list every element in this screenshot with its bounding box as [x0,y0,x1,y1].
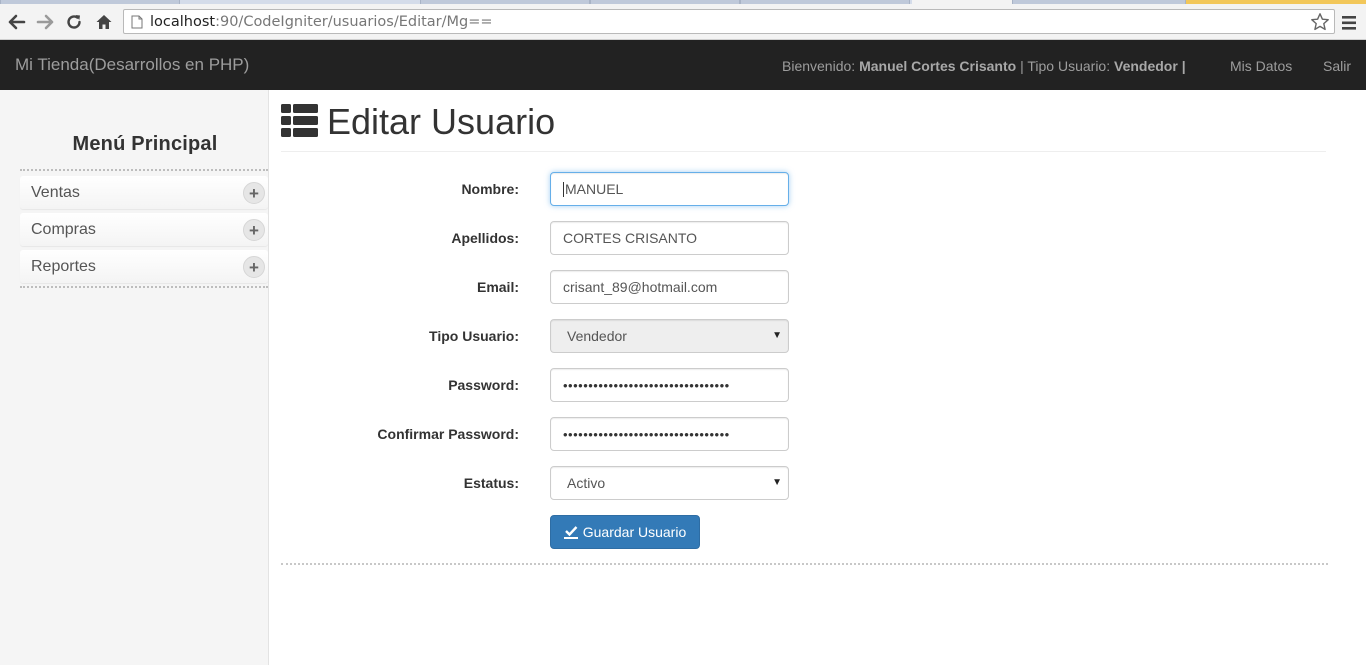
page-title: Editar Usuario [327,101,556,142]
plus-icon[interactable]: + [243,219,265,241]
text-cursor [563,181,564,197]
caret-down-icon: ▼ [772,477,782,488]
welcome-text: Bienvenido: Manuel Cortes Crisanto | Tip… [782,58,1186,74]
password-value: ••••••••••••••••••••••••••••••••• [563,378,730,393]
reload-button[interactable] [62,10,86,34]
tipo-usuario-select[interactable]: Vendedor ▼ [550,319,789,353]
browser-menu-icon[interactable] [1340,16,1358,30]
sidebar-item-ventas[interactable]: Ventas + [20,176,268,209]
estatus-select[interactable]: Activo ▼ [550,466,789,500]
apellidos-value: CORTES CRISANTO [563,230,698,246]
sidebar-item-label: Reportes [31,258,96,275]
sidebar-item-label: Compras [31,221,96,238]
save-user-button[interactable]: Guardar Usuario [550,515,700,549]
apellidos-label: Apellidos: [451,230,519,246]
form-divider [281,563,1328,565]
brand-link[interactable]: Mi Tienda(Desarrollos en PHP) [15,56,249,74]
user-type-prefix: | Tipo Usuario: [1020,58,1111,74]
user-name: Manuel Cortes Crisanto [859,58,1017,74]
email-input[interactable]: crisant_89@hotmail.com [550,270,789,304]
logout-link[interactable]: Salir [1323,58,1351,74]
nombre-input[interactable]: MANUEL [550,172,789,206]
password-input[interactable]: ••••••••••••••••••••••••••••••••• [550,368,789,402]
estatus-value: Activo [567,475,606,491]
sidebar: Menú Principal Ventas + Compras + Report… [0,90,269,665]
my-data-link[interactable]: Mis Datos [1230,58,1292,74]
sidebar-item-reportes[interactable]: Reportes + [20,250,268,283]
reload-icon [67,15,81,29]
tipo-usuario-value: Vendedor [567,328,627,344]
nombre-label: Nombre: [461,181,519,197]
sidebar-item-compras[interactable]: Compras + [20,213,268,246]
url-path: :90/CodeIgniter/usuarios/Editar/Mg== [215,14,493,30]
url-host: localhost [150,14,216,30]
email-label: Email: [476,279,519,295]
caret-down-icon: ▼ [772,330,782,341]
bookmark-star-icon[interactable] [1310,12,1330,32]
email-value: crisant_89@hotmail.com [563,279,718,295]
confirm-password-value: ••••••••••••••••••••••••••••••••• [563,427,730,442]
app-navbar: Mi Tienda(Desarrollos en PHP) Bienvenido… [0,40,1366,90]
user-type-suffix: | [1181,58,1186,74]
home-button[interactable] [92,10,116,34]
address-bar[interactable]: localhost:90/CodeIgniter/usuarios/Editar… [123,9,1335,34]
password-label: Password: [448,377,519,393]
plus-icon[interactable]: + [243,182,265,204]
back-button[interactable] [5,10,29,34]
tipo-usuario-label: Tipo Usuario: [429,328,519,344]
confirm-password-label: Confirmar Password: [377,426,519,442]
save-user-label: Guardar Usuario [582,524,687,540]
apellidos-input[interactable]: CORTES CRISANTO [550,221,789,255]
user-type: Vendedor [1114,58,1178,74]
sidebar-divider [20,169,268,171]
sidebar-title: Menú Principal [72,133,218,155]
nombre-value: MANUEL [565,181,624,197]
sidebar-item-label: Ventas [31,184,80,201]
arrow-right-icon [36,14,54,30]
estatus-label: Estatus: [463,475,519,491]
url-text: localhost:90/CodeIgniter/usuarios/Editar… [150,13,493,31]
plus-icon[interactable]: + [243,256,265,278]
check-icon [563,525,578,539]
arrow-left-icon [8,14,26,30]
sidebar-divider [20,286,268,288]
confirm-password-input[interactable]: ••••••••••••••••••••••••••••••••• [550,417,789,451]
home-icon [96,15,112,29]
page-icon [131,15,143,29]
forward-button[interactable] [33,10,57,34]
header-divider [281,151,1326,152]
th-list-icon [281,104,318,137]
welcome-prefix: Bienvenido: [782,58,856,74]
browser-toolbar: localhost:90/CodeIgniter/usuarios/Editar… [0,4,1366,40]
